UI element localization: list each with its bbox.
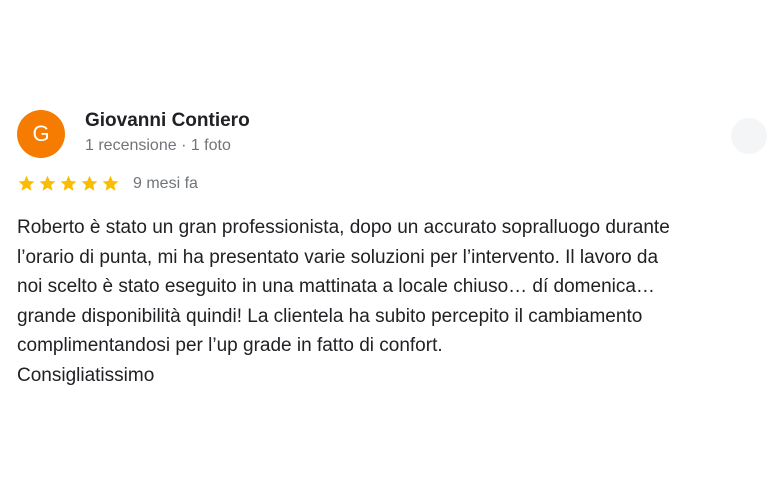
review-text-line: grande disponibilità quindi! La clientel…: [17, 305, 643, 327]
star-rating: [17, 174, 120, 193]
review-date: 9 mesi fa: [133, 175, 198, 192]
author-meta: 1 recensione · 1 foto: [85, 137, 231, 154]
review-text: Roberto è stato un gran professionista, …: [17, 213, 767, 391]
review-text-line: complimentandosi per l’up grade in fatto…: [17, 335, 443, 357]
star-icon: [18, 175, 35, 191]
review-card: G Giovanni Contiero 1 recensione · 1 fot…: [0, 0, 768, 500]
star-icon: [39, 175, 56, 191]
star-icon: [102, 175, 119, 191]
author-name[interactable]: Giovanni Contiero: [85, 110, 250, 132]
star-icon: [81, 175, 98, 191]
avatar[interactable]: G: [17, 110, 65, 158]
more-options-button[interactable]: [731, 118, 767, 154]
review-text-line: noi scelto è stato eseguito in una matti…: [17, 276, 655, 298]
review-text-line: Roberto è stato un gran professionista, …: [17, 217, 670, 238]
review-text-line: l’orario di punta, mi ha presentato vari…: [17, 246, 659, 268]
review-text-line: Consigliatissimo: [17, 364, 155, 386]
star-icon: [60, 175, 77, 191]
